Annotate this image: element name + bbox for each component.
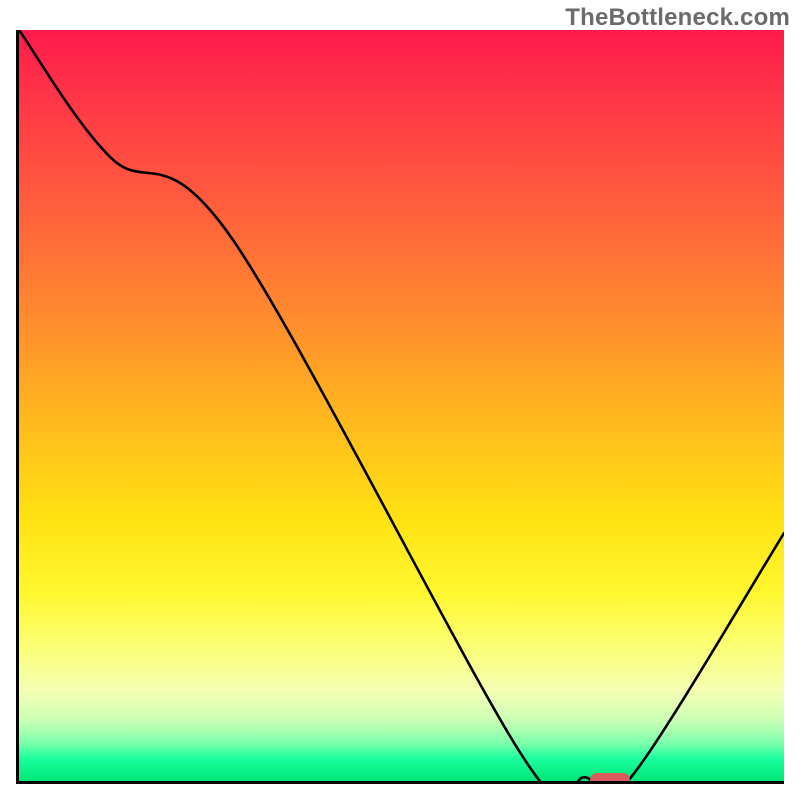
plot-area xyxy=(16,30,784,784)
watermark-text: TheBottleneck.com xyxy=(565,4,790,32)
chart-frame: TheBottleneck.com xyxy=(0,0,800,800)
optimal-marker xyxy=(590,773,630,784)
bottleneck-curve xyxy=(19,30,784,781)
